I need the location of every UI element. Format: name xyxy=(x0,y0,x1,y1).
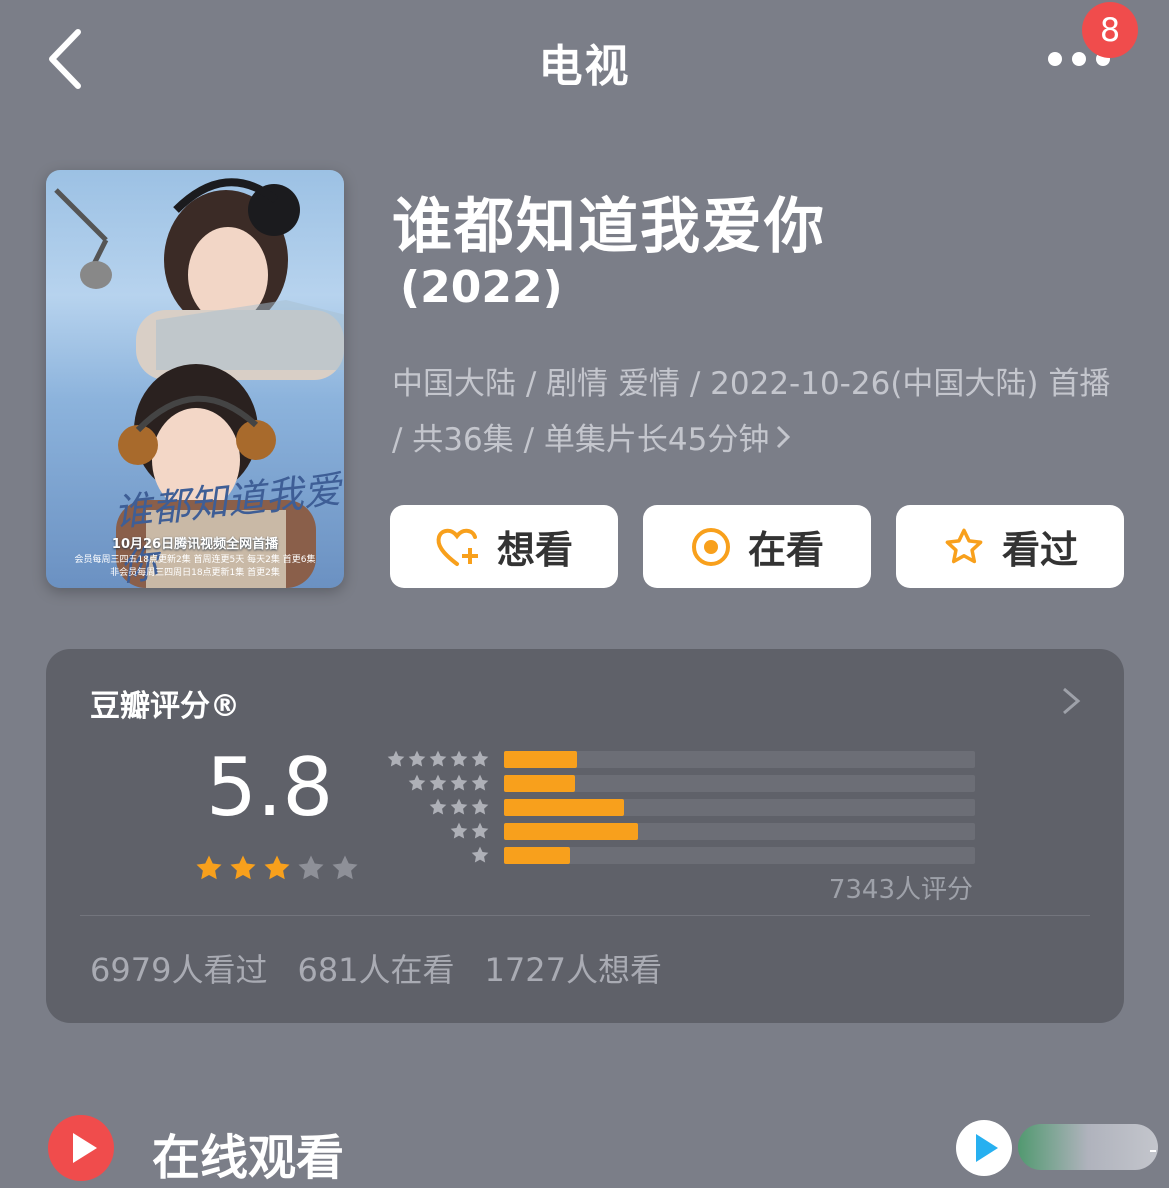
star-icon xyxy=(471,846,489,863)
divider xyxy=(80,915,1090,916)
want-to-watch-label: 想看 xyxy=(496,528,573,572)
star-icon xyxy=(450,750,468,767)
platform-button[interactable] xyxy=(1018,1124,1158,1170)
drama-meta-link[interactable]: 中国大陆 / 剧情 爱情 / 2022-10-26(中国大陆) 首播 / 共36… xyxy=(392,356,1112,468)
star-empty-icon xyxy=(298,855,324,880)
star-icon xyxy=(408,774,426,791)
score-stars xyxy=(194,853,360,883)
watched-button[interactable]: 看过 xyxy=(896,505,1124,588)
star-icon xyxy=(471,774,489,791)
dist-stars-2 xyxy=(382,821,490,841)
star-filled-icon xyxy=(230,855,256,880)
star-icon xyxy=(408,750,426,767)
star-icon xyxy=(429,798,447,815)
rating-bar-fill xyxy=(504,847,570,864)
heart-plus-icon xyxy=(436,528,478,566)
rating-score: 5.8 xyxy=(206,741,334,834)
rating-count: 7343人评分 xyxy=(828,875,973,905)
star-outline-icon xyxy=(945,528,983,563)
star-icon xyxy=(387,750,405,767)
dist-stars-1 xyxy=(382,845,490,865)
dist-stars-4 xyxy=(382,773,490,793)
online-watch-label: 在线观看 xyxy=(152,1130,345,1186)
rating-bar-4 xyxy=(504,775,975,792)
poster-caption: 10月26日腾讯视频全网首播 会员每周三四五18点更新2集 首周连更5天 每天2… xyxy=(74,537,316,578)
rating-bar-3 xyxy=(504,799,975,816)
star-icon xyxy=(471,822,489,839)
drama-meta-text: 中国大陆 / 剧情 爱情 / 2022-10-26(中国大陆) 首播 / 共36… xyxy=(392,366,1111,458)
page-title: 电视 xyxy=(538,41,631,92)
watched-count: 6979人看过 xyxy=(90,951,268,989)
rating-panel[interactable]: 豆瓣评分® 5.8 7343人评分 6979人看过 681人在看 1727人想看 xyxy=(46,649,1124,1023)
drama-poster[interactable]: 谁都知道我爱你 10月26日腾讯视频全网首播 会员每周三四五18点更新2集 首周… xyxy=(46,170,344,588)
divider xyxy=(1150,1150,1156,1152)
rating-title: 豆瓣评分® xyxy=(90,689,240,724)
target-icon xyxy=(691,527,730,566)
star-icon xyxy=(450,822,468,839)
tencent-video-icon[interactable] xyxy=(956,1120,1012,1176)
drama-year: (2022) xyxy=(400,262,563,313)
watching-count: 681人在看 xyxy=(297,951,455,989)
chevron-right-icon xyxy=(777,425,791,449)
star-icon xyxy=(471,798,489,815)
watched-label: 看过 xyxy=(1001,528,1078,572)
dist-stars-5 xyxy=(382,749,490,769)
rating-bar-1 xyxy=(504,847,975,864)
rating-bar-2 xyxy=(504,823,975,840)
notification-badge: 8 xyxy=(1082,2,1138,58)
watching-button[interactable]: 在看 xyxy=(643,505,871,588)
star-icon xyxy=(450,798,468,815)
play-icon xyxy=(48,1115,114,1181)
star-icon xyxy=(429,750,447,767)
star-filled-icon xyxy=(264,855,290,880)
star-icon xyxy=(471,750,489,767)
rating-bar-fill xyxy=(504,799,625,816)
drama-title: 谁都知道我爱你 xyxy=(392,192,826,262)
star-filled-icon xyxy=(196,855,222,880)
want-count: 1727人想看 xyxy=(484,951,662,989)
want-to-watch-button[interactable]: 想看 xyxy=(390,505,618,588)
star-icon xyxy=(450,774,468,791)
watch-stats: 6979人看过 681人在看 1727人想看 xyxy=(90,945,662,991)
star-empty-icon xyxy=(332,855,358,880)
rating-bar-fill xyxy=(504,775,575,792)
star-icon xyxy=(429,774,447,791)
dist-stars-3 xyxy=(382,797,490,817)
chevron-right-icon xyxy=(1063,687,1081,715)
watching-label: 在看 xyxy=(747,528,824,572)
rating-bar-5 xyxy=(504,751,975,768)
rating-bar-fill xyxy=(504,751,577,768)
rating-bar-fill xyxy=(504,823,639,840)
more-dots-icon xyxy=(1048,52,1062,66)
